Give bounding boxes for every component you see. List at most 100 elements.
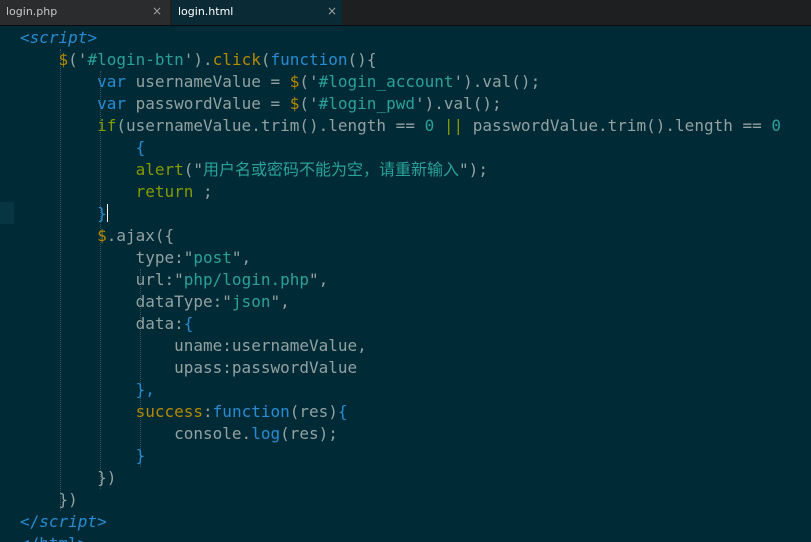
code-line: type:"post",	[20, 247, 781, 269]
code-token: 0	[771, 116, 782, 135]
code-line: upass:passwordValue	[20, 357, 781, 379]
code-token: ').val();	[414, 94, 502, 113]
code-token: ').	[183, 50, 213, 69]
code-line: var usernameValue = $('#login_account').…	[20, 71, 781, 93]
code-token: passwordValue.trim().length ==	[463, 116, 772, 135]
code-line: {	[20, 137, 781, 159]
code-token: $	[289, 72, 300, 91]
code-token: ('	[68, 50, 88, 69]
code-line: })	[20, 489, 781, 511]
code-token: </	[20, 512, 40, 531]
current-line-gutter-marker	[0, 202, 14, 224]
code-token: php/login.php	[183, 270, 309, 289]
code-token: ;	[193, 182, 213, 201]
code-token: (res);	[280, 424, 338, 443]
code-token: ').val();	[453, 72, 541, 91]
code-line: var passwordValue = $('#login_pwd').val(…	[20, 93, 781, 115]
sublime-editor-window: login.php × login.html × <script> $('#lo…	[0, 0, 811, 542]
code-line: $.ajax({	[20, 225, 781, 247]
code-token: json	[231, 292, 271, 311]
code-token: $	[58, 50, 69, 69]
code-token: (res)	[289, 402, 338, 421]
code-line: dataType:"json",	[20, 291, 781, 313]
code-token: console.	[20, 424, 252, 443]
code-line: data:{	[20, 313, 781, 335]
tab-label: login.php	[6, 5, 58, 18]
code-line: },	[20, 379, 781, 401]
code-token: data:	[20, 314, 184, 333]
code-line: }	[20, 445, 781, 467]
code-token: })	[20, 468, 117, 487]
code-line: <script>	[20, 27, 781, 49]
code-token: >	[97, 512, 107, 531]
code-token: }	[135, 446, 146, 465]
code-token: ||	[443, 116, 464, 135]
code-token: #login-btn	[87, 50, 184, 69]
code-token: dataType:"	[20, 292, 232, 311]
code-token: upass:passwordValue	[20, 358, 358, 377]
tab-login-html[interactable]: login.html ×	[172, 0, 342, 25]
code-token: post	[193, 248, 232, 267]
code-token: {	[337, 402, 348, 421]
code-token: script	[29, 28, 88, 47]
code-token: #login_account	[318, 72, 454, 91]
code-line: uname:usernameValue,	[20, 335, 781, 357]
text-caret	[106, 204, 108, 222]
code-token: .ajax({	[106, 226, 175, 245]
code-token: </	[20, 534, 39, 542]
code-line: })	[20, 467, 781, 489]
code-token: var	[97, 72, 126, 91]
code-token: ",	[309, 270, 329, 289]
code-token: ("	[183, 160, 204, 179]
code-token: >	[87, 28, 98, 47]
code-token: log	[251, 424, 281, 443]
code-line: }	[20, 203, 781, 225]
code-line: url:"php/login.php",	[20, 269, 781, 291]
code-token: click	[212, 50, 261, 69]
code-token: :	[203, 402, 213, 421]
close-icon[interactable]: ×	[327, 4, 337, 18]
code-token: }	[97, 204, 107, 223]
code-token: alert	[135, 160, 184, 179]
code-token: (usernameValue.trim().length ==	[116, 116, 425, 135]
code-token: >	[78, 534, 88, 542]
code-line: </html>	[20, 533, 781, 542]
tab-login-php[interactable]: login.php ×	[0, 0, 170, 25]
code-token: 0	[424, 116, 435, 135]
code-line: success:function(res){	[20, 401, 781, 423]
code-line: console.log(res);	[20, 423, 781, 445]
code-token: (){	[347, 50, 377, 69]
code-token: })	[20, 490, 78, 509]
code-token: success	[135, 402, 204, 421]
code-token: $	[97, 226, 107, 245]
close-icon[interactable]: ×	[152, 4, 162, 18]
code-token: return	[135, 182, 194, 201]
code-token: 用户名或密码不能为空，请重新输入	[203, 160, 460, 179]
code-content[interactable]: <script> $('#login-btn').click(function(…	[20, 27, 781, 542]
code-token: $	[289, 94, 300, 113]
code-token: function	[212, 402, 290, 421]
code-token: #login_pwd	[318, 94, 415, 113]
code-token: uname:usernameValue,	[20, 336, 367, 355]
code-token: {	[135, 138, 146, 157]
code-line: return ;	[20, 181, 781, 203]
code-token: function	[270, 50, 348, 69]
code-token: script	[39, 512, 98, 531]
code-token: passwordValue =	[125, 94, 290, 113]
code-token: <	[20, 28, 30, 47]
code-token: var	[97, 94, 126, 113]
code-editor[interactable]: <script> $('#login-btn').click(function(…	[0, 26, 811, 542]
code-token: html	[39, 534, 78, 542]
code-line: if(usernameValue.trim().length == 0 || p…	[20, 115, 781, 137]
